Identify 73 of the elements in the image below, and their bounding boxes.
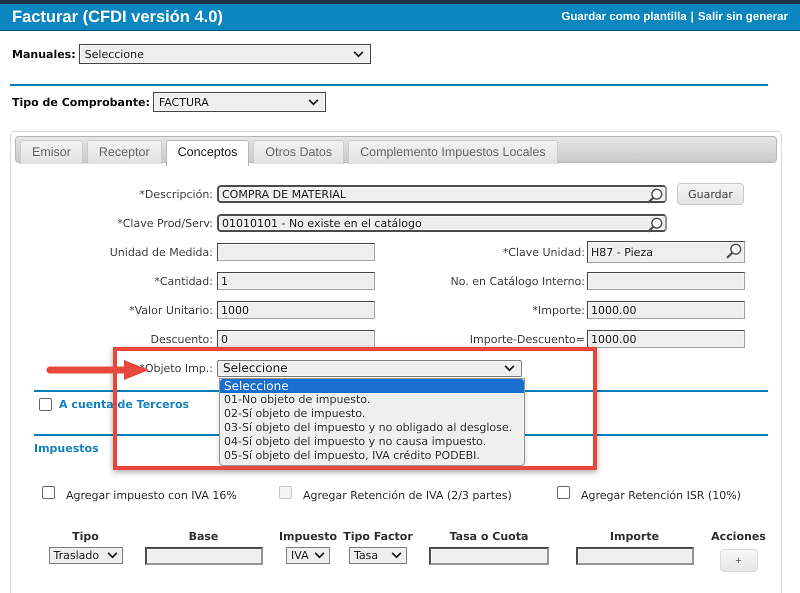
save-button[interactable]: Guardar (677, 183, 744, 205)
field-label: No. en Catálogo Interno: (450, 274, 585, 288)
tab[interactable]: Complemento Impuestos Locales (348, 140, 558, 164)
field-label: *Objeto Imp.: (139, 362, 213, 374)
field-label: Importe-Descuento= (470, 332, 585, 346)
tipo-comprobante-select[interactable]: FACTURA (152, 92, 326, 112)
dropdown-option[interactable]: 03-Sí objeto del impuesto y no obligado al desglose. (220, 421, 524, 435)
field-label: Unidad de Medida: (110, 246, 213, 258)
input-field[interactable] (587, 272, 745, 290)
column-header: Tasa o Cuota (448, 530, 530, 545)
chevron-icon (391, 552, 402, 559)
input-field[interactable] (144, 547, 262, 565)
chevron-icon (106, 552, 118, 559)
input-field[interactable]: 01010101 - No existe en el catálogo (217, 214, 667, 232)
dropdown-option[interactable]: Seleccione (220, 379, 524, 393)
checkbox[interactable] (557, 486, 570, 499)
manuales-select[interactable]: Seleccione (78, 44, 371, 64)
field-label: *Descripción: (139, 188, 213, 200)
tab[interactable]: Conceptos (166, 140, 250, 166)
checkbox[interactable] (39, 398, 52, 410)
search-icon (647, 188, 663, 204)
add-button[interactable]: + (720, 549, 758, 572)
column-header: Tipo Factor (342, 530, 414, 545)
checkbox[interactable] (42, 486, 55, 499)
checkbox-label: Agregar Retención ISR (10%) (581, 489, 741, 502)
select-field[interactable]: IVA (286, 547, 330, 564)
dropdown-option[interactable]: 01-No objeto de impuesto. (220, 393, 524, 407)
chevron-icon (308, 98, 319, 106)
field-label: *Valor Unitario: (129, 304, 213, 316)
column-header: Importe (608, 530, 660, 545)
select-field[interactable]: Traslado (48, 547, 122, 564)
header-link[interactable]: Guardar como plantilla (561, 11, 687, 23)
column-header: Acciones (710, 530, 767, 545)
header-link[interactable]: Salir sin generar (698, 11, 788, 23)
manuales-label: Manuales: (12, 48, 76, 60)
tab[interactable]: Emisor (20, 140, 83, 164)
input-field[interactable] (217, 243, 375, 261)
chevron-icon (352, 50, 364, 58)
column-header: Base (188, 530, 220, 545)
checkbox-label: Agregar impuesto con IVA 16% (66, 489, 237, 502)
input-field[interactable]: 1000.00 (587, 301, 745, 319)
field-label: *Importe: (532, 304, 585, 316)
chevron-icon (314, 552, 325, 559)
field-label: *Cantidad: (154, 274, 213, 288)
chevron-icon (504, 364, 515, 372)
dropdown-option[interactable]: 04-Sí objeto del impuesto y no causa impuesto. (220, 435, 524, 449)
input-field[interactable]: 1000.00 (587, 330, 745, 348)
dropdown-option[interactable]: 02-Sí objeto de impuesto. (220, 407, 524, 421)
field-label: Descuento: (150, 332, 213, 346)
input-field[interactable]: 0 (217, 330, 375, 348)
input-field[interactable]: COMPRA DE MATERIAL (217, 185, 667, 203)
field-label: *Clave Prod/Serv: (117, 216, 213, 230)
input-field[interactable]: 1000 (217, 301, 375, 319)
link-separator: | (690, 11, 694, 23)
input-field[interactable]: 1 (217, 272, 375, 290)
section-title: Impuestos (34, 442, 99, 455)
input-field[interactable] (576, 547, 694, 565)
tipo-comprobante-label: Tipo de Comprobante: (12, 96, 150, 108)
field-label: *Clave Unidad: (502, 246, 585, 258)
terceros-label: A cuenta de Terceros (59, 398, 190, 410)
tab[interactable]: Receptor (86, 140, 162, 164)
input-field[interactable] (429, 547, 549, 565)
page-title: Facturar (CFDI versión 4.0) (12, 8, 223, 26)
dropdown-option[interactable]: 05-Sí objeto del impuesto, IVA crédito PODEBI. (220, 449, 524, 463)
checkbox-label: Agregar Retención de IVA (2/3 partes) (303, 489, 512, 502)
search-icon (647, 217, 663, 233)
search-icon (726, 243, 742, 259)
column-header: Tipo (71, 530, 100, 545)
objeto-imp-select[interactable]: Seleccione (217, 360, 522, 376)
input-field[interactable]: H87 - Pieza (587, 241, 745, 263)
column-header: Impuesto (278, 530, 338, 545)
tab[interactable]: Otros Datos (253, 140, 344, 164)
select-field[interactable]: Tasa (349, 547, 407, 564)
